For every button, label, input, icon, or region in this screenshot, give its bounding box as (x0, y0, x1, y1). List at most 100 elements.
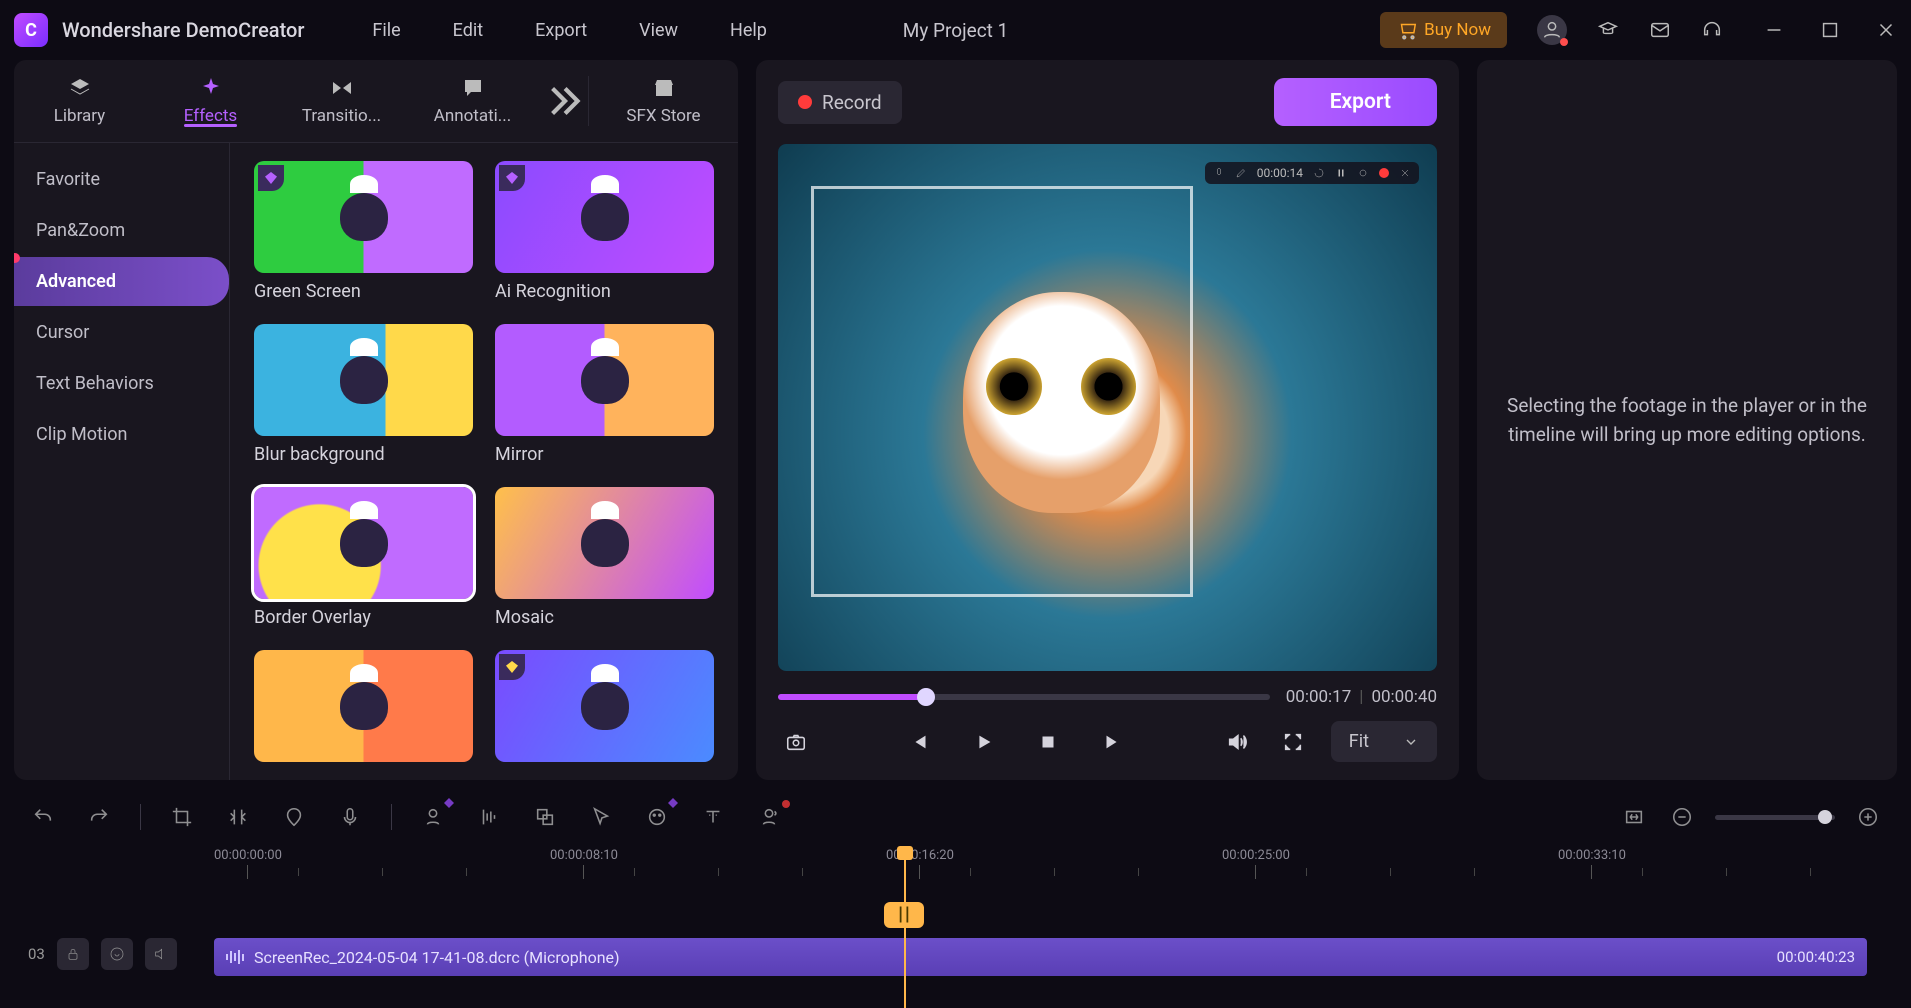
effect-label: Mosaic (495, 607, 714, 628)
marker-button[interactable] (279, 802, 309, 832)
cursor-effects-button[interactable] (586, 802, 616, 832)
timeline[interactable]: 00:00:00:00 00:00:08:10 00:00:16:20 00:0… (14, 848, 1897, 1008)
track-mute-button[interactable] (145, 938, 177, 970)
group-button[interactable] (530, 802, 560, 832)
effect-item[interactable] (254, 650, 473, 762)
audio-edit-button[interactable] (474, 802, 504, 832)
fit-timeline-button[interactable] (1619, 802, 1649, 832)
close-overlay-icon[interactable] (1399, 167, 1411, 179)
text-button[interactable] (698, 802, 728, 832)
tab-sfx-store[interactable]: SFX Store (588, 76, 738, 126)
undo-button[interactable] (28, 802, 58, 832)
ruler-label: 00:00:08:10 (550, 848, 618, 863)
layers-icon (68, 76, 92, 100)
menu-export[interactable]: Export (535, 20, 587, 41)
effect-green-screen[interactable]: Green Screen (254, 161, 473, 302)
play-button[interactable] (966, 724, 1002, 760)
premium-badge-icon (258, 165, 284, 191)
next-frame-button[interactable] (1094, 724, 1130, 760)
export-button[interactable]: Export (1274, 78, 1437, 126)
record-dot-icon (798, 95, 812, 109)
zoom-slider[interactable] (1715, 815, 1835, 820)
smart-edit-button[interactable] (642, 802, 672, 832)
pause-icon[interactable] (1335, 167, 1347, 179)
sidebar-item-cursor[interactable]: Cursor (14, 308, 229, 357)
sidebar-item-favorite[interactable]: Favorite (14, 155, 229, 204)
clip-name: ScreenRec_2024-05-04 17-41-08.dcrc (Micr… (254, 948, 620, 967)
sidebar-item-clip-motion[interactable]: Clip Motion (14, 410, 229, 459)
track-visibility-button[interactable] (101, 938, 133, 970)
prev-frame-button[interactable] (902, 724, 938, 760)
chevron-right-double-icon (538, 76, 588, 126)
tab-more[interactable] (538, 76, 588, 126)
premium-badge-icon (499, 654, 525, 680)
tab-transitions[interactable]: Transitio... (276, 76, 407, 126)
volume-button[interactable] (1219, 724, 1255, 760)
snapshot-button[interactable] (778, 724, 814, 760)
fullscreen-button[interactable] (1275, 724, 1311, 760)
playhead-split-icon[interactable]: ⎮⎮ (884, 902, 924, 928)
ai-denoise-button[interactable] (418, 802, 448, 832)
crop-button[interactable] (167, 802, 197, 832)
sidebar-item-advanced[interactable]: Advanced (14, 257, 229, 306)
effect-label: Border Overlay (254, 607, 473, 628)
buy-now-button[interactable]: Buy Now (1380, 12, 1507, 48)
tab-library-label: Library (54, 106, 105, 126)
effect-label: Ai Recognition (495, 281, 714, 302)
tab-annotations-label: Annotati... (434, 106, 512, 126)
tutorial-icon[interactable] (1597, 19, 1619, 41)
support-icon[interactable] (1701, 19, 1723, 41)
menu-edit[interactable]: Edit (453, 20, 483, 41)
effect-label: Blur background (254, 444, 473, 465)
chevron-down-icon (1403, 734, 1419, 750)
menu-view[interactable]: View (639, 20, 678, 41)
split-button[interactable] (223, 802, 253, 832)
ruler-label: 00:00:00:00 (214, 848, 282, 863)
app-title: Wondershare DemoCreator (62, 18, 304, 42)
export-label: Export (1330, 90, 1391, 114)
sparkle-icon (199, 76, 223, 100)
timeline-toolbar (14, 790, 1897, 844)
timeline-ruler[interactable]: 00:00:00:00 00:00:08:10 00:00:16:20 00:0… (14, 848, 1897, 888)
selection-frame[interactable] (811, 186, 1193, 597)
tab-annotations[interactable]: Annotati... (407, 76, 538, 126)
inspector-hint: Selecting the footage in the player or i… (1507, 391, 1867, 450)
account-button[interactable] (1537, 15, 1567, 45)
timeline-clip[interactable]: ScreenRec_2024-05-04 17-41-08.dcrc (Micr… (214, 938, 1867, 976)
video-preview[interactable]: 00:00:14 (778, 144, 1437, 671)
track-index: 03 (28, 945, 45, 963)
effect-mirror[interactable]: Mirror (495, 324, 714, 465)
minimize-icon[interactable] (1763, 19, 1785, 41)
zoom-in-button[interactable] (1853, 802, 1883, 832)
playhead[interactable]: ⎮⎮ (904, 848, 906, 1008)
close-icon[interactable] (1875, 19, 1897, 41)
zoom-out-button[interactable] (1667, 802, 1697, 832)
ruler-label: 00:00:33:10 (1558, 848, 1626, 863)
tab-effects[interactable]: Effects (145, 76, 276, 126)
messages-icon[interactable] (1649, 19, 1671, 41)
sidebar-item-panzoom[interactable]: Pan&Zoom (14, 206, 229, 255)
redo-button[interactable] (84, 802, 114, 832)
effect-mosaic[interactable]: Mosaic (495, 487, 714, 628)
stop-rec-icon[interactable] (1379, 168, 1389, 178)
effect-border-overlay[interactable]: Border Overlay (254, 487, 473, 628)
record-overlay-icon[interactable] (1357, 167, 1369, 179)
ai-voice-button[interactable] (754, 802, 784, 832)
buy-now-label: Buy Now (1424, 20, 1491, 40)
chat-icon (461, 76, 485, 100)
record-button[interactable]: Record (778, 81, 902, 124)
mic-icon (1213, 167, 1225, 179)
seek-slider[interactable] (778, 694, 1270, 700)
zoom-fit-select[interactable]: Fit (1331, 721, 1437, 762)
menu-help[interactable]: Help (730, 20, 767, 41)
voiceover-button[interactable] (335, 802, 365, 832)
tab-library[interactable]: Library (14, 76, 145, 126)
effect-blur-background[interactable]: Blur background (254, 324, 473, 465)
effect-ai-recognition[interactable]: Ai Recognition (495, 161, 714, 302)
stop-button[interactable] (1030, 724, 1066, 760)
track-lock-button[interactable] (57, 938, 89, 970)
menu-file[interactable]: File (372, 20, 400, 41)
effect-item[interactable] (495, 650, 714, 762)
sidebar-item-text-behaviors[interactable]: Text Behaviors (14, 359, 229, 408)
maximize-icon[interactable] (1819, 19, 1841, 41)
